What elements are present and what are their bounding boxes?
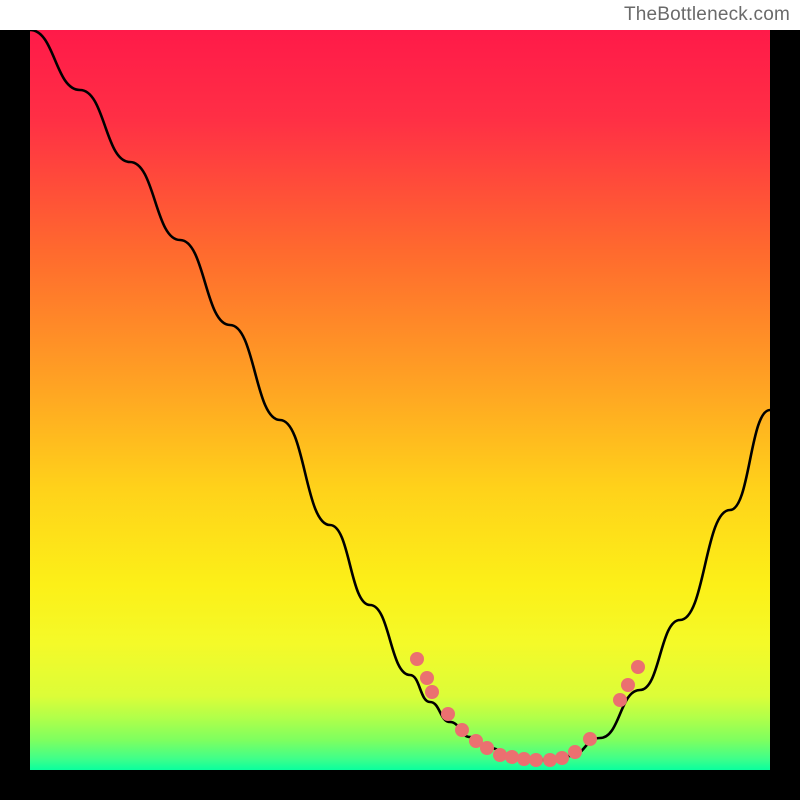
curve-marker [631,660,645,674]
curve-marker [441,707,455,721]
curve-marker [425,685,439,699]
curve-marker [493,748,507,762]
curve-marker [480,741,494,755]
curve-marker [583,732,597,746]
curve-marker [543,753,557,767]
curve-marker [505,750,519,764]
curve-marker [621,678,635,692]
curve-marker [529,753,543,767]
outer-frame: TheBottleneck.com [0,0,800,800]
curve-marker [517,752,531,766]
header-strip: TheBottleneck.com [0,0,800,30]
curve-marker [568,745,582,759]
curve-marker [613,693,627,707]
chart-plot-area [30,30,770,770]
curve-marker [455,723,469,737]
curve-marker [555,751,569,765]
chart-svg [30,30,770,770]
attribution-text: TheBottleneck.com [624,4,790,26]
curve-marker [420,671,434,685]
curve-marker [410,652,424,666]
